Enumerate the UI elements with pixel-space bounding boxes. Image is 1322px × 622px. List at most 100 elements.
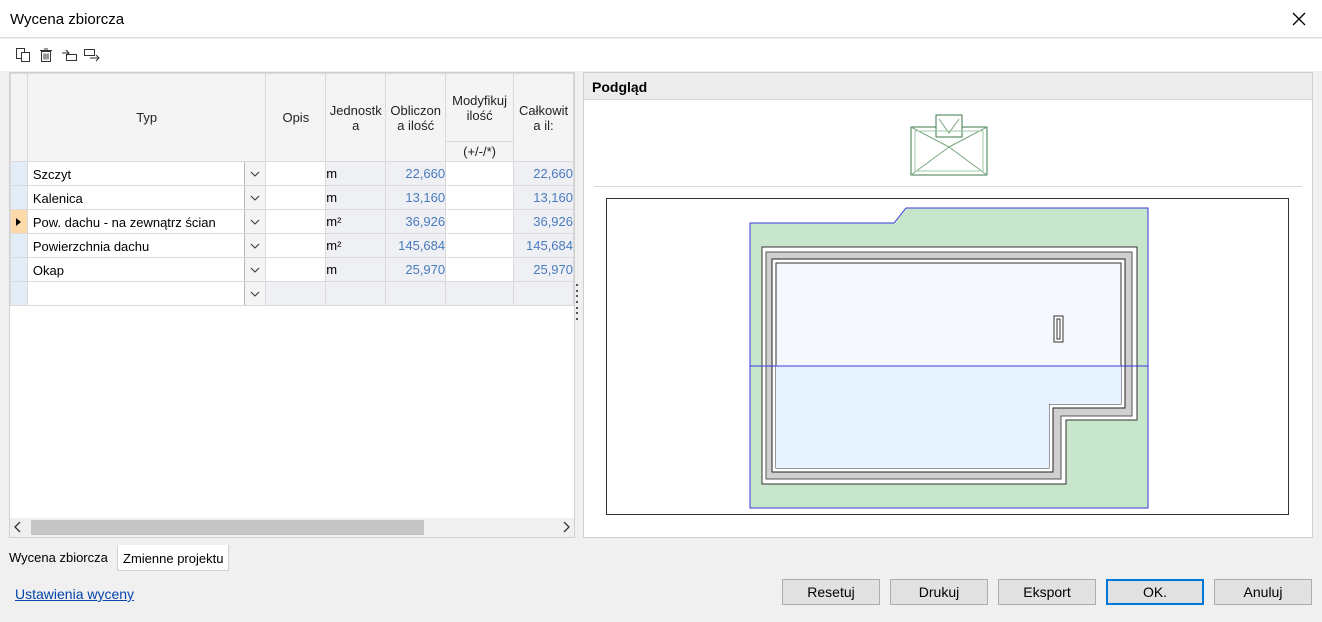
move-up-icon xyxy=(62,49,77,61)
opis-cell[interactable] xyxy=(265,257,327,282)
opis-cell[interactable] xyxy=(265,281,327,306)
delete-button[interactable] xyxy=(37,46,55,64)
typ-dropdown-button[interactable] xyxy=(244,162,265,185)
column-subheader-modyfikuj: (+/-/*) xyxy=(445,141,515,162)
horizontal-scrollbar[interactable] xyxy=(10,518,574,537)
title-bar: Wycena zbiorcza xyxy=(0,0,1322,38)
table-row[interactable]: Szczyt m 22,660 22,660 xyxy=(10,161,574,186)
modify-cell[interactable] xyxy=(445,185,515,210)
row-header[interactable] xyxy=(10,161,28,186)
typ-value: Powierzchnia dachu xyxy=(32,239,150,254)
table-row[interactable]: Okap m 25,970 25,970 xyxy=(10,257,574,282)
total-cell: 25,970 xyxy=(513,257,574,282)
toolbar xyxy=(0,39,1322,71)
column-header-calkowita[interactable]: Całkowit a il: xyxy=(513,73,574,162)
column-header-opis[interactable]: Opis xyxy=(265,73,327,162)
move-up-button[interactable] xyxy=(60,46,78,64)
reset-button[interactable]: Resetuj xyxy=(782,579,880,605)
row-header-current[interactable] xyxy=(10,209,28,234)
calculated-cell: 36,926 xyxy=(385,209,447,234)
typ-dropdown-button[interactable] xyxy=(244,258,265,281)
export-button[interactable]: Eksport xyxy=(998,579,1096,605)
row-header-corner xyxy=(10,73,28,162)
modify-cell[interactable] xyxy=(445,233,515,258)
row-header[interactable] xyxy=(10,233,28,258)
column-header-jednostka[interactable]: Jednostk a xyxy=(325,73,387,162)
calculated-cell: 145,684 xyxy=(385,233,447,258)
column-header-obliczona[interactable]: Obliczon a ilość xyxy=(385,73,447,162)
move-down-icon xyxy=(84,49,100,62)
table-row-new[interactable] xyxy=(10,281,574,306)
copy-icon xyxy=(16,48,30,62)
settings-link[interactable]: Ustawienia wyceny xyxy=(15,586,134,602)
table-row[interactable]: Pow. dachu - na zewnątrz ścian m² 36,926… xyxy=(10,209,574,234)
row-header[interactable] xyxy=(10,185,28,210)
move-down-button[interactable] xyxy=(83,46,101,64)
total-cell: 22,660 xyxy=(513,161,574,186)
ok-button[interactable]: OK. xyxy=(1106,579,1204,605)
row-header[interactable] xyxy=(10,257,28,282)
calculated-cell xyxy=(385,281,447,306)
unit-cell: m² xyxy=(325,209,387,234)
cancel-button[interactable]: Anuluj xyxy=(1214,579,1312,605)
typ-cell[interactable]: Pow. dachu - na zewnątrz ścian xyxy=(26,209,267,234)
delete-icon xyxy=(40,48,52,62)
typ-dropdown-button[interactable] xyxy=(244,186,265,209)
column-header-modyfikuj[interactable]: Modyfikuj ilość xyxy=(445,73,515,142)
preview-separator xyxy=(594,186,1302,187)
chevron-down-icon xyxy=(251,291,260,297)
close-icon xyxy=(1292,12,1306,26)
typ-cell[interactable]: Powierzchnia dachu xyxy=(26,233,267,258)
chevron-right-icon[interactable] xyxy=(562,521,570,533)
typ-value: Kalenica xyxy=(32,191,83,206)
unit-cell: m xyxy=(325,257,387,282)
chevron-down-icon xyxy=(251,243,260,249)
modify-cell[interactable] xyxy=(445,257,515,282)
print-button[interactable]: Drukuj xyxy=(890,579,988,605)
unit-cell xyxy=(325,281,387,306)
typ-value: Okap xyxy=(32,263,64,278)
roof-thumbnail-icon xyxy=(910,114,988,176)
tab-zmienne-projektu[interactable]: Zmienne projektu xyxy=(117,545,230,571)
bottom-tabs: Wycena zbiorcza Zmienne projektu xyxy=(0,543,1322,571)
typ-dropdown-button[interactable] xyxy=(244,210,265,233)
copy-button[interactable] xyxy=(14,46,32,64)
modify-cell[interactable] xyxy=(445,209,515,234)
unit-cell: m xyxy=(325,161,387,186)
panel-splitter[interactable] xyxy=(575,284,578,320)
typ-cell[interactable]: Kalenica xyxy=(26,185,267,210)
opis-cell[interactable] xyxy=(265,161,327,186)
grid-panel: Typ Opis Jednostk a Obliczon a ilość Mod… xyxy=(9,72,575,538)
modify-cell[interactable] xyxy=(445,161,515,186)
unit-cell: m² xyxy=(325,233,387,258)
unit-cell: m xyxy=(325,185,387,210)
typ-cell[interactable] xyxy=(26,281,267,306)
current-row-icon xyxy=(16,218,21,226)
tab-wycena-zbiorcza[interactable]: Wycena zbiorcza xyxy=(4,543,113,570)
typ-dropdown-button[interactable] xyxy=(244,234,265,257)
chevron-down-icon xyxy=(251,171,260,177)
chevron-left-icon[interactable] xyxy=(14,521,22,533)
calculated-cell: 13,160 xyxy=(385,185,447,210)
opis-cell[interactable] xyxy=(265,209,327,234)
modify-cell[interactable] xyxy=(445,281,515,306)
roof-plan-drawing xyxy=(606,198,1289,515)
table-row[interactable]: Powierzchnia dachu m² 145,684 145,684 xyxy=(10,233,574,258)
table-row[interactable]: Kalenica m 13,160 13,160 xyxy=(10,185,574,210)
window-title: Wycena zbiorcza xyxy=(10,11,125,28)
typ-dropdown-button[interactable] xyxy=(244,282,265,305)
scrollbar-thumb[interactable] xyxy=(31,520,424,535)
close-button[interactable] xyxy=(1276,0,1322,38)
total-cell: 145,684 xyxy=(513,233,574,258)
opis-cell[interactable] xyxy=(265,185,327,210)
typ-value: Pow. dachu - na zewnątrz ścian xyxy=(32,215,216,230)
row-header[interactable] xyxy=(10,281,28,306)
calculated-cell: 22,660 xyxy=(385,161,447,186)
typ-cell[interactable]: Szczyt xyxy=(26,161,267,186)
opis-cell[interactable] xyxy=(265,233,327,258)
column-header-typ[interactable]: Typ xyxy=(26,73,267,162)
chevron-down-icon xyxy=(251,219,260,225)
chevron-down-icon xyxy=(251,195,260,201)
total-cell xyxy=(513,281,574,306)
typ-cell[interactable]: Okap xyxy=(26,257,267,282)
